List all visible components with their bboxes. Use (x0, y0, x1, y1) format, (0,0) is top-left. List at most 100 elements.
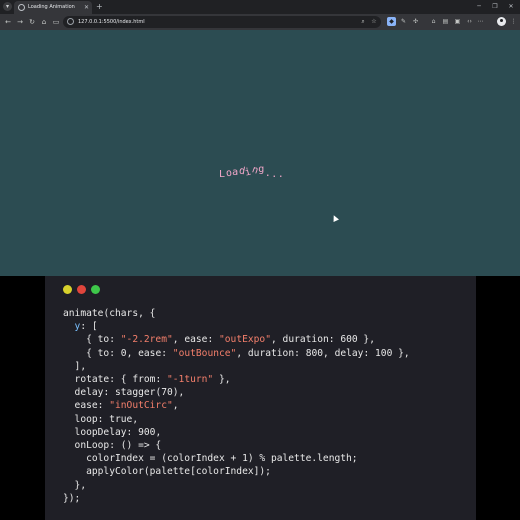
code-token: stagger (115, 387, 156, 399)
code-token: ease (184, 334, 208, 346)
code-token: loopDelay (63, 426, 127, 438)
code-token: , { (138, 308, 156, 319)
extension-icon[interactable]: ◆ (387, 17, 396, 26)
home-icon[interactable]: ⌂ (39, 17, 49, 27)
code-token: }, (63, 479, 87, 491)
window-controls: ─ ❐ ✕ (472, 1, 518, 12)
code-token: duration (247, 347, 295, 359)
close-tab-icon[interactable]: ✕ (84, 3, 89, 12)
code-token: 600 (340, 334, 358, 346)
tab-search-icon[interactable]: ▾ (3, 2, 12, 11)
code-line: loopDelay: 900, (63, 426, 410, 439)
code-token: : (294, 347, 306, 359)
code-line: colorIndex = (colorIndex + 1) % palette.… (63, 452, 410, 465)
tab-loading-animation[interactable]: Loading Animation ✕ (14, 1, 92, 14)
reload-icon[interactable]: ↻ (27, 17, 37, 27)
code-token: , (126, 347, 139, 359)
code-line: ease: "inOutCirc", (63, 399, 410, 412)
code-token: "outBounce" (172, 347, 237, 359)
code-token: : (363, 347, 376, 359)
code-token: ease (138, 347, 162, 359)
code-line: loop: true, (63, 413, 410, 426)
yellow-dot-icon (63, 285, 72, 294)
code-token: to (97, 347, 110, 359)
globe-icon (18, 4, 25, 11)
code-token: }, (213, 374, 231, 386)
devtools-icon[interactable]: ‹› (465, 17, 474, 26)
code-line: { to: "-2.2rem", ease: "outExpo", durati… (63, 333, 410, 346)
code-token: applyColor (63, 466, 144, 478)
code-token: , (270, 334, 283, 346)
code-line: onLoop: () => { (63, 439, 410, 452)
code-token: : (155, 374, 167, 386)
code-token: : (328, 334, 341, 346)
loading-char: . (277, 169, 285, 180)
close-window-icon[interactable]: ✕ (504, 1, 518, 12)
code-token: 70 (161, 387, 173, 399)
code-token: : (97, 400, 110, 412)
minimize-icon[interactable]: ─ (472, 1, 486, 12)
code-token: to (97, 334, 110, 346)
code-token: }); (63, 492, 81, 504)
code-line: applyColor(palette[colorIndex]); (63, 465, 410, 478)
code-token: ], (63, 360, 87, 372)
code-line: { to: 0, ease: "outBounce", duration: 80… (63, 347, 410, 360)
code-token: }, (357, 334, 375, 346)
code-token: onLoop (63, 440, 110, 452)
code-token: rotate (63, 374, 110, 386)
code-token: , (172, 400, 179, 412)
forward-arrow-icon[interactable]: → (15, 17, 25, 27)
translate-icon[interactable]: ▣ (453, 17, 462, 26)
code-token: 100 (375, 347, 393, 359)
code-token: ), (172, 387, 185, 399)
green-dot-icon (91, 285, 100, 294)
code-token: "inOutCirc" (109, 400, 173, 412)
lock-icon[interactable]: ⌂ (429, 17, 438, 26)
code-line: }, (63, 479, 410, 492)
code-token: : { (109, 374, 133, 386)
code-line: y: [ (63, 320, 410, 333)
code-token: { (63, 347, 98, 359)
back-arrow-icon[interactable]: ← (3, 17, 13, 27)
code-line: delay: stagger(70), (63, 386, 410, 399)
puzzle-icon[interactable]: ✣ (411, 17, 420, 26)
site-info-icon[interactable] (67, 18, 74, 25)
code-token: , (132, 413, 139, 425)
code-line: rotate: { from: "-1turn" }, (63, 373, 410, 386)
code-token: : (161, 347, 173, 359)
code-token: y (63, 321, 81, 333)
sidebar-icon[interactable]: ▭ (51, 17, 61, 27)
code-token: from (132, 374, 156, 386)
code-line: animate(chars, { (63, 307, 410, 320)
url-text[interactable]: 127.0.0.1:5500/index.html (78, 18, 145, 26)
code-token: : (126, 426, 139, 438)
code-token: 800 (305, 347, 324, 359)
pen-icon[interactable]: ✎ (399, 17, 408, 26)
code-token: : (207, 334, 219, 346)
code-token: delay (334, 347, 364, 359)
bookmark-star-icon[interactable]: ☆ (370, 18, 378, 26)
code-line: }); (63, 492, 410, 505)
code-token: , (236, 347, 248, 359)
code-line: ], (63, 360, 410, 373)
code-token: : () => { (109, 440, 162, 452)
more-icon[interactable]: ⋮ (509, 17, 518, 26)
code-token: colorIndex = (colorIndex + (63, 453, 243, 465)
mouse-cursor-icon (331, 214, 339, 222)
profile-avatar[interactable] (497, 17, 506, 26)
code-token: 900 (138, 426, 156, 438)
zoom-icon[interactable]: ⌕ (359, 18, 367, 26)
code-token: duration (282, 334, 329, 346)
code-block: animate(chars, { y: [ { to: "-2.2rem", e… (63, 307, 410, 505)
code-token: : (103, 387, 115, 399)
code-token: loop (63, 413, 98, 425)
cast-icon[interactable]: ▤ (441, 17, 450, 26)
code-token: "outExpo" (219, 334, 271, 346)
code-token: { (63, 334, 98, 346)
new-tab-button[interactable]: + (96, 2, 103, 11)
address-bar[interactable]: 127.0.0.1:5500/index.html ⌕ ☆ (63, 16, 381, 28)
code-token: (palette[colorIndex]); (143, 466, 271, 478)
menu-icon[interactable]: ⋯ (476, 17, 485, 26)
restore-icon[interactable]: ❐ (488, 1, 502, 12)
code-token: }, (392, 347, 410, 359)
